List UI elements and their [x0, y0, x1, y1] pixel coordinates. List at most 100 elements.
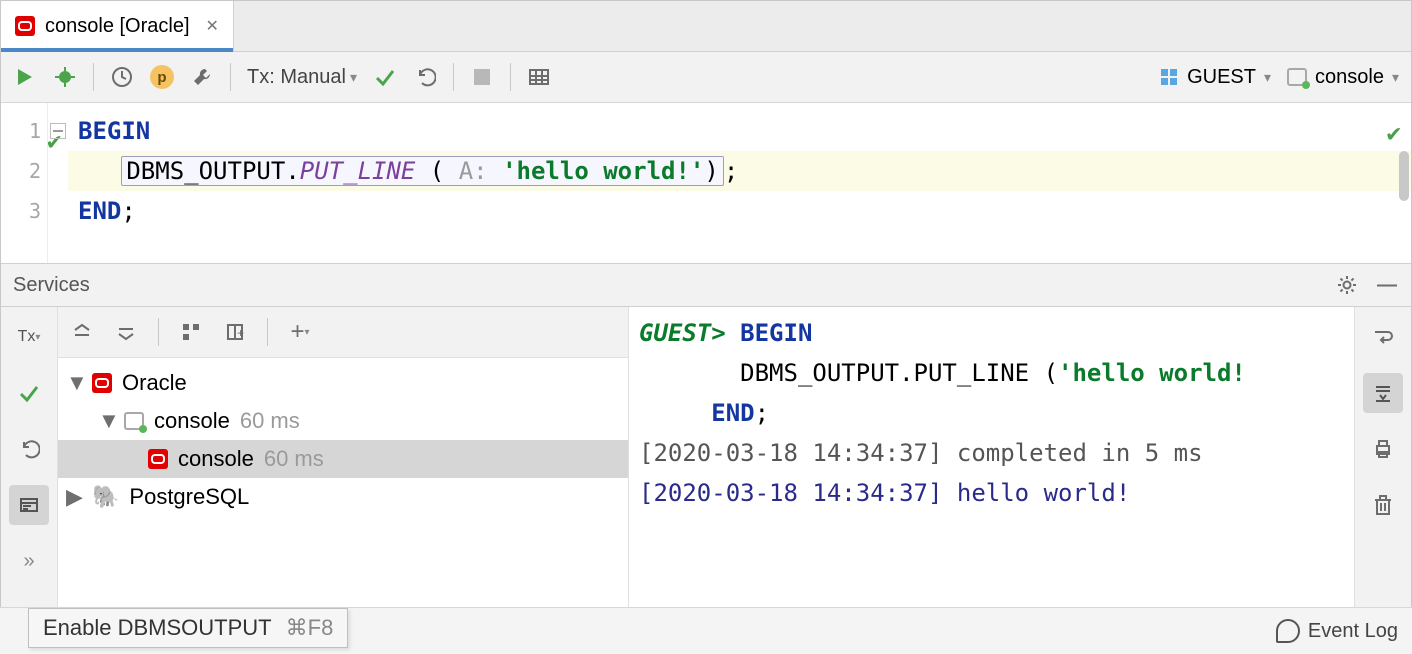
tab-console-oracle[interactable]: console [Oracle] ✕	[1, 1, 234, 51]
filter-icon[interactable]: +	[223, 320, 247, 344]
separator	[230, 63, 231, 91]
services-right-gutter	[1354, 307, 1411, 653]
app-root: console [Oracle] ✕ p Tx: Manual ▾	[0, 0, 1412, 654]
tree-arrow-icon[interactable]: ▼	[66, 370, 82, 396]
editor-scrollbar[interactable]	[1399, 151, 1409, 201]
fold-toggle-icon[interactable]	[50, 123, 66, 139]
commit-icon[interactable]	[373, 65, 397, 89]
tooltip-text: Enable DBMSOUTPUT	[43, 615, 272, 641]
trash-icon[interactable]	[1363, 485, 1403, 525]
data-grid-icon[interactable]	[527, 65, 551, 89]
console-icon	[124, 412, 144, 430]
commit-side-icon[interactable]	[9, 373, 49, 413]
console-dropdown[interactable]: console ▾	[1287, 66, 1399, 89]
output-message-line: [2020-03-18 14:34:37] hello world!	[639, 479, 1130, 507]
event-log-label[interactable]: Event Log	[1308, 620, 1398, 643]
p-badge-icon[interactable]: p	[150, 65, 174, 89]
tooltip-enable-dbmsoutput: Enable DBMSOUTPUT ⌘F8	[28, 608, 348, 648]
console-output[interactable]: GUEST> BEGIN DBMS_OUTPUT.PUT_LINE ('hell…	[628, 307, 1354, 653]
services-tree-toolbar: + +▾	[58, 307, 628, 358]
tree-arrow-icon[interactable]: ▼	[98, 408, 114, 434]
tx-label-text: Tx: Manual	[247, 66, 346, 89]
separator	[158, 318, 159, 346]
tree-label: PostgreSQL	[129, 484, 249, 510]
toolbar: p Tx: Manual ▾	[1, 52, 1411, 103]
output-line: DBMS_OUTPUT.PUT_LINE (	[639, 359, 1058, 387]
output-toggle-icon[interactable]	[9, 485, 49, 525]
stop-icon[interactable]	[470, 65, 494, 89]
tx-mode-dropdown[interactable]: Tx: Manual ▾	[247, 66, 357, 89]
line-number: 3	[1, 191, 41, 231]
code-editor[interactable]: 1 2 3 ✔ BEGIN DBMS_OUTPUT.PUT_LINE ( A: …	[1, 103, 1411, 263]
run-icon[interactable]	[13, 65, 37, 89]
tx-toggle[interactable]: Tx▾	[9, 317, 49, 357]
event-log-icon[interactable]	[1276, 619, 1300, 643]
line-gutter: 1 2 3	[1, 103, 48, 263]
param-hint: A:	[459, 157, 488, 185]
services-tree-panel: + +▾ ▼ Oracle ▼ console 60 ms c	[58, 307, 628, 653]
tree-label: Oracle	[122, 370, 187, 396]
services-panel: Tx▾ » + +▾	[1, 307, 1411, 653]
output-str: 'hello world!	[1058, 359, 1246, 387]
chevron-down-icon: ▾	[1264, 69, 1271, 86]
datasource-label: GUEST	[1187, 66, 1256, 89]
chevron-down-icon: ▾	[350, 69, 357, 86]
separator	[453, 63, 454, 91]
soft-wrap-icon[interactable]	[1363, 317, 1403, 357]
postgresql-icon: 🐘	[92, 484, 119, 510]
kw-begin: BEGIN	[78, 117, 150, 145]
output-prompt: GUEST>	[639, 319, 726, 347]
gear-icon[interactable]	[1335, 273, 1359, 297]
output-kw: END	[639, 399, 755, 427]
datasource-icon	[1161, 69, 1179, 85]
more-icon[interactable]: »	[9, 541, 49, 581]
services-title: Services	[13, 274, 90, 297]
add-icon[interactable]: +▾	[288, 320, 312, 344]
tree-time: 60 ms	[264, 446, 324, 472]
tree-node-postgresql[interactable]: ▶ 🐘 PostgreSQL	[58, 478, 628, 516]
debug-icon[interactable]	[53, 65, 77, 89]
print-icon[interactable]	[1363, 429, 1403, 469]
expand-all-icon[interactable]	[70, 320, 94, 344]
services-header: Services —	[1, 263, 1411, 307]
console-dropdown-label: console	[1315, 66, 1384, 89]
fn-name: PUT_LINE	[300, 157, 416, 185]
wrench-icon[interactable]	[190, 65, 214, 89]
string-literal: 'hello world!'	[502, 157, 704, 185]
tree-label: console	[178, 446, 254, 472]
output-timestamp-line: [2020-03-18 14:34:37] completed in 5 ms	[639, 439, 1203, 467]
line-number: 1	[1, 111, 41, 151]
history-icon[interactable]	[110, 65, 134, 89]
datasource-dropdown[interactable]: GUEST ▾	[1161, 66, 1271, 89]
oracle-icon	[92, 373, 112, 393]
editor-tabs: console [Oracle] ✕	[1, 1, 1411, 52]
tree-label: console	[154, 408, 230, 434]
layout-icon[interactable]	[179, 320, 203, 344]
scroll-end-icon[interactable]	[1363, 373, 1403, 413]
services-left-gutter: Tx▾ »	[1, 307, 58, 653]
tree-node-console-run[interactable]: console 60 ms	[58, 440, 628, 478]
fold-column	[48, 103, 68, 263]
tab-label: console [Oracle]	[45, 15, 190, 38]
tree-time: 60 ms	[240, 408, 300, 434]
pkg-name: DBMS_OUTPUT	[126, 157, 285, 185]
tooltip-shortcut: ⌘F8	[286, 615, 334, 641]
close-tab-icon[interactable]: ✕	[206, 16, 219, 36]
tree-arrow-icon[interactable]: ▶	[66, 484, 82, 510]
collapse-all-icon[interactable]	[114, 320, 138, 344]
tree-node-oracle[interactable]: ▼ Oracle	[58, 364, 628, 402]
line-number: 2	[1, 151, 41, 191]
rollback-side-icon[interactable]	[9, 429, 49, 469]
rollback-icon[interactable]	[413, 65, 437, 89]
oracle-icon	[15, 16, 35, 36]
code-body[interactable]: BEGIN DBMS_OUTPUT.PUT_LINE ( A: 'hello w…	[68, 103, 1411, 263]
separator	[93, 63, 94, 91]
output-kw: BEGIN	[740, 319, 812, 347]
minimize-icon[interactable]: —	[1375, 273, 1399, 297]
separator	[267, 318, 268, 346]
chevron-down-icon: ▾	[1392, 69, 1399, 86]
svg-text:+: +	[237, 326, 244, 340]
inspection-ok-icon[interactable]: ✔	[1387, 113, 1401, 153]
tree-node-console-session[interactable]: ▼ console 60 ms	[58, 402, 628, 440]
separator	[510, 63, 511, 91]
